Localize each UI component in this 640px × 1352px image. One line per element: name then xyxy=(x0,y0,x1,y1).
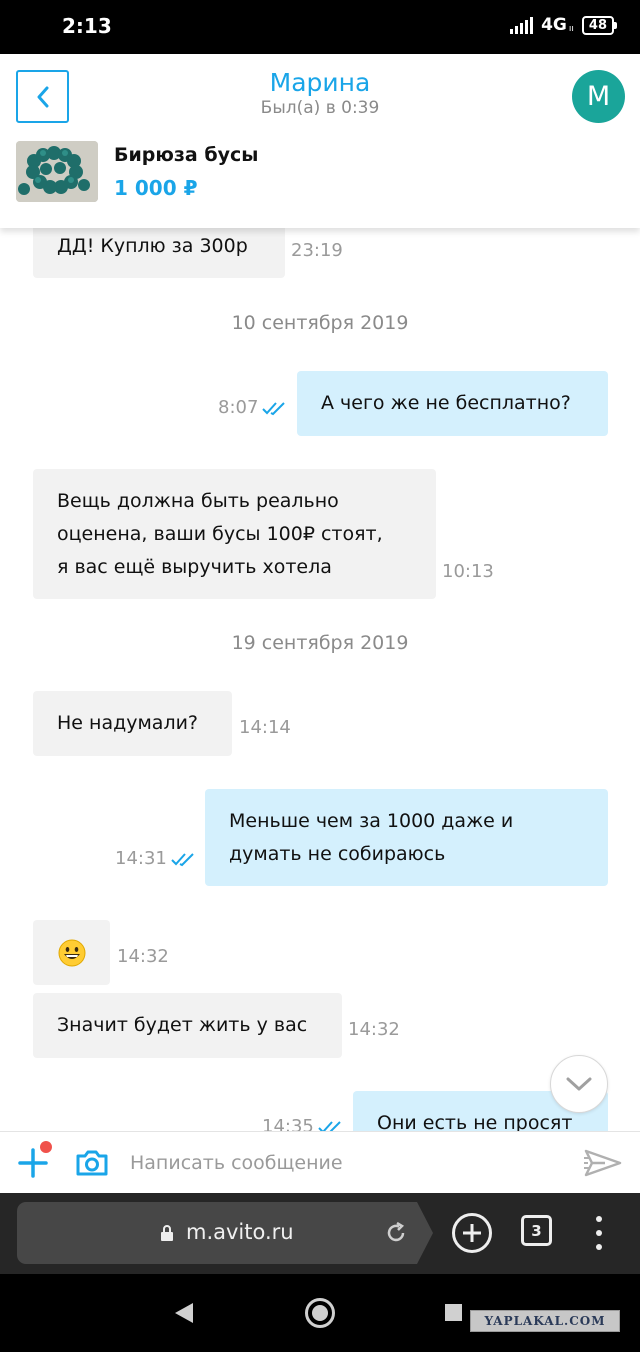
date-separator: 10 сентября 2019 xyxy=(231,312,409,334)
scroll-down-button[interactable] xyxy=(550,1055,608,1113)
lock-icon xyxy=(161,1225,173,1241)
message-text: Не надумали? xyxy=(57,712,199,734)
status-indicators: 4G ıı 48 xyxy=(510,15,618,35)
time-label: 14:32 xyxy=(117,946,169,967)
time-label: 14:32 xyxy=(348,1019,400,1040)
message-time: 10:13 xyxy=(442,561,494,582)
reload-icon[interactable] xyxy=(385,1222,407,1244)
message-line: думать не собираюсь xyxy=(229,843,446,865)
attach-button[interactable] xyxy=(18,1141,52,1178)
message-time: 8:07 xyxy=(218,397,288,418)
address-bar-arrow xyxy=(417,1202,433,1264)
time-label: 14:35 xyxy=(262,1116,314,1131)
message-outgoing: Меньше чем за 1000 даже и думать не соби… xyxy=(205,789,608,886)
product-thumbnail[interactable] xyxy=(16,141,98,202)
beads-image xyxy=(16,141,98,202)
system-nav-bar: YAPLAKAL.COM xyxy=(0,1274,640,1352)
message-incoming: ДД! Куплю за 300р xyxy=(33,228,285,278)
message-incoming xyxy=(33,920,110,985)
message-incoming: Не надумали? xyxy=(33,691,232,756)
message-composer xyxy=(0,1131,640,1193)
time-label: 14:14 xyxy=(239,717,291,738)
message-time: 14:31 xyxy=(115,848,197,869)
message-time: 14:14 xyxy=(239,717,291,738)
time-label: 10:13 xyxy=(442,561,494,582)
grinning-emoji-icon xyxy=(58,939,85,966)
new-tab-button[interactable] xyxy=(452,1213,492,1253)
browser-toolbar: m.avito.ru 3 xyxy=(0,1193,640,1274)
nav-home-icon[interactable] xyxy=(305,1298,335,1328)
product-title[interactable]: Бирюза бусы xyxy=(114,144,258,166)
contact-status: Был(а) в 0:39 xyxy=(260,98,380,118)
date-separator: 19 сентября 2019 xyxy=(231,632,409,654)
notification-dot xyxy=(40,1141,52,1153)
product-price: 1 000 ₽ xyxy=(114,176,198,200)
message-input[interactable] xyxy=(130,1144,540,1182)
message-time: 23:19 xyxy=(291,240,343,261)
nav-back-icon[interactable] xyxy=(175,1303,193,1323)
message-text: Значит будет жить у вас xyxy=(57,1014,308,1036)
message-text: Они есть не просят xyxy=(377,1112,573,1131)
camera-icon xyxy=(76,1150,108,1176)
message-outgoing: А чего же не бесплатно? xyxy=(297,371,608,436)
message-line: Меньше чем за 1000 даже и xyxy=(229,810,514,832)
battery-icon: 48 xyxy=(581,15,618,35)
network-type: 4G xyxy=(541,15,567,35)
status-time: 2:13 xyxy=(62,14,112,38)
time-label: 23:19 xyxy=(291,240,343,261)
message-incoming: Значит будет жить у вас xyxy=(33,993,342,1058)
message-incoming: Вещь должна быть реально оценена, ваши б… xyxy=(33,469,436,599)
message-time: 14:32 xyxy=(117,946,169,967)
message-line: оценена, ваши бусы 100₽ стоят, xyxy=(57,523,383,545)
contact-name[interactable]: Марина xyxy=(0,68,640,97)
time-label: 8:07 xyxy=(218,397,259,418)
avatar[interactable]: М xyxy=(572,70,625,123)
plus-icon xyxy=(463,1224,481,1242)
chat-messages[interactable]: ДД! Куплю за 300р 23:19 10 сентября 2019… xyxy=(0,228,640,1131)
message-time: 14:35 xyxy=(262,1116,344,1131)
send-icon xyxy=(584,1149,622,1177)
chevron-down-icon xyxy=(566,1077,592,1091)
double-check-icon xyxy=(318,1120,341,1131)
message-text: ДД! Куплю за 300р xyxy=(57,235,248,257)
signal-icon xyxy=(510,16,534,34)
url-text: m.avito.ru xyxy=(186,1220,294,1244)
message-time: 14:32 xyxy=(348,1019,400,1040)
camera-button[interactable] xyxy=(75,1149,109,1181)
menu-dots-icon[interactable] xyxy=(592,1216,606,1250)
message-line: Вещь должна быть реально xyxy=(57,490,339,512)
time-label: 14:31 xyxy=(115,848,167,869)
double-check-icon xyxy=(262,401,286,415)
chat-header: Марина Был(а) в 0:39 М Бирюза бусы 1 000… xyxy=(0,54,640,228)
address-bar[interactable]: m.avito.ru xyxy=(17,1202,417,1264)
double-check-icon xyxy=(171,852,194,866)
watermark: YAPLAKAL.COM xyxy=(470,1310,620,1332)
message-text: А чего же не бесплатно? xyxy=(321,392,571,414)
network-sup: ıı xyxy=(568,24,574,34)
send-button[interactable] xyxy=(583,1148,623,1182)
tabs-button[interactable]: 3 xyxy=(521,1215,552,1246)
message-line: я вас ещё выручить хотела xyxy=(57,556,332,578)
status-bar: 2:13 4G ıı 48 xyxy=(0,0,640,54)
nav-recent-icon[interactable] xyxy=(445,1304,462,1321)
